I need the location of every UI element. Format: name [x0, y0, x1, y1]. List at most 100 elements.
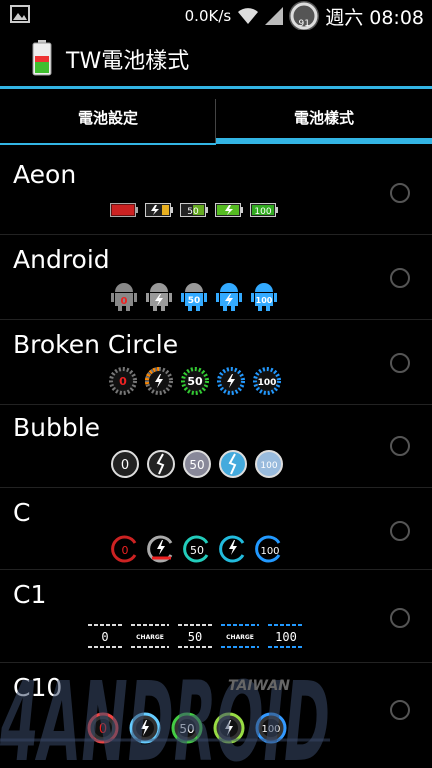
- android-robot-empty-icon: 0: [111, 283, 137, 311]
- icon-label: 100: [256, 296, 273, 305]
- wifi-icon: [238, 8, 259, 24]
- style-preview-icons: 0 50 100: [86, 711, 288, 745]
- style-name: C: [13, 498, 31, 527]
- tab-baseline: [0, 143, 216, 145]
- battery-half-icon: 50: [180, 203, 208, 217]
- icon-label: 0: [119, 375, 127, 388]
- tab-bar: 電池設定 電池樣式: [0, 89, 432, 145]
- list-item[interactable]: C1 0 CHARGE 50 CHARGE 100: [0, 570, 432, 663]
- list-item[interactable]: Android 0 50 100: [0, 235, 432, 320]
- icon-label: 50: [187, 375, 203, 388]
- c-ring-empty-icon: 0: [111, 535, 137, 563]
- network-speed: 0.0K/s: [184, 7, 232, 25]
- android-robot-charging-full-icon: [216, 283, 242, 311]
- bubble-charging-full-icon: [219, 450, 247, 478]
- broken-circle-charging-full-icon: [217, 367, 245, 395]
- icon-label: 50: [179, 722, 194, 736]
- c10-glow-charging-icon: [129, 712, 161, 744]
- battery-empty-icon: [110, 203, 138, 217]
- style-name: Android: [13, 245, 110, 274]
- style-radio-button[interactable]: [390, 183, 410, 203]
- icon-label: 50: [189, 458, 204, 472]
- broken-circle-empty-icon: 0: [109, 367, 137, 395]
- style-preview-icons: 0 50 100: [110, 534, 284, 564]
- list-item[interactable]: C10 0 50 100: [0, 663, 432, 768]
- c-ring-charging-icon: [147, 535, 173, 563]
- style-name: C1: [13, 580, 47, 609]
- list-item[interactable]: Aeon 50 100: [0, 150, 432, 235]
- app-title: TW電池樣式: [66, 49, 190, 74]
- icon-label: 0: [101, 630, 108, 644]
- gallery-notification-icon: [10, 5, 30, 23]
- list-item[interactable]: Broken Circle 0 50 100: [0, 320, 432, 405]
- icon-label: 0: [99, 722, 107, 737]
- battery-charging-full-icon: [215, 203, 243, 217]
- style-name: Bubble: [13, 413, 101, 442]
- icon-label: 50: [188, 296, 201, 306]
- icon-label: 50: [187, 207, 199, 217]
- icon-label: 50: [188, 630, 202, 644]
- icon-label: 50: [190, 544, 204, 557]
- action-bar: TW電池樣式: [0, 30, 432, 86]
- broken-circle-full-icon: 100: [253, 367, 281, 395]
- signal-icon: [265, 7, 284, 25]
- c1-bars-charging-full-icon: CHARGE: [221, 624, 259, 648]
- tab-battery-settings[interactable]: 電池設定: [0, 89, 216, 145]
- android-robot-charging-icon: [146, 283, 172, 311]
- style-preview-icons: 0 CHARGE 50 CHARGE 100: [86, 622, 306, 650]
- style-preview-icons: 0 50 100: [108, 366, 282, 396]
- icon-label: 100: [275, 630, 297, 644]
- icon-label: CHARGE: [136, 634, 164, 641]
- c-ring-charging-full-icon: [219, 535, 245, 563]
- c1-bars-empty-icon: 0: [88, 624, 122, 648]
- style-preview-icons: 0 50 100: [110, 282, 278, 312]
- battery-level: 91: [298, 19, 310, 29]
- icon-label: 100: [260, 461, 277, 471]
- battery-full-icon: 100: [250, 203, 278, 217]
- icon-label: 0: [121, 458, 129, 473]
- style-radio-button[interactable]: [390, 700, 410, 720]
- style-preview-icons: 50 100: [110, 203, 278, 217]
- icon-label: 100: [254, 207, 271, 217]
- tab-battery-styles[interactable]: 電池樣式: [216, 89, 432, 145]
- c10-glow-half-icon: 50: [171, 712, 203, 744]
- android-robot-half-icon: 50: [181, 283, 207, 311]
- list-item[interactable]: C 0 50 100: [0, 488, 432, 570]
- bubble-full-icon: 100: [255, 450, 283, 478]
- battery-app-icon: [32, 40, 52, 76]
- bubble-empty-icon: 0: [111, 450, 139, 478]
- style-preview-icons: 0 50 100: [110, 449, 284, 479]
- icon-label: 100: [258, 378, 277, 388]
- bubble-half-icon: 50: [183, 450, 211, 478]
- icon-label: 0: [122, 544, 129, 557]
- android-robot-full-icon: 100: [251, 283, 277, 311]
- icon-label: CHARGE: [226, 634, 254, 641]
- style-radio-button[interactable]: [390, 268, 410, 288]
- broken-circle-half-icon: 50: [181, 367, 209, 395]
- icon-label: 100: [260, 546, 279, 557]
- status-bar: 0.0K/s 91 週六 08:08: [0, 0, 432, 31]
- c-ring-full-icon: 100: [255, 535, 281, 563]
- clock: 週六 08:08: [325, 6, 424, 29]
- style-name: C10: [13, 673, 63, 702]
- c1-bars-full-icon: 100: [268, 624, 304, 648]
- style-radio-button[interactable]: [390, 436, 410, 456]
- broken-circle-charging-icon: [144, 366, 173, 395]
- icon-label: 0: [121, 296, 128, 307]
- style-radio-button[interactable]: [390, 608, 410, 628]
- c1-bars-charging-icon: CHARGE: [131, 624, 169, 648]
- bubble-charging-icon: [147, 450, 175, 478]
- c-ring-half-icon: 50: [183, 535, 209, 563]
- c10-glow-full-icon: 100: [255, 712, 287, 744]
- battery-charging-icon: [145, 203, 173, 217]
- style-radio-button[interactable]: [390, 521, 410, 541]
- style-radio-button[interactable]: [390, 353, 410, 373]
- battery-indicator: 91: [289, 1, 320, 31]
- c10-glow-empty-icon: 0: [87, 712, 119, 744]
- icon-label: 100: [261, 724, 280, 735]
- style-name: Aeon: [13, 160, 77, 189]
- list-item[interactable]: Bubble 0 50 100: [0, 405, 432, 489]
- style-name: Broken Circle: [13, 330, 179, 359]
- c10-glow-charging-full-icon: [213, 712, 245, 744]
- c1-bars-half-icon: 50: [178, 624, 212, 648]
